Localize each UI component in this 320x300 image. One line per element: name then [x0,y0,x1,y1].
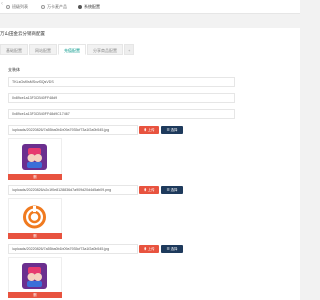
delete-image-button[interactable]: 删 [8,292,62,298]
tab-basic-config[interactable]: 基础配置 [0,44,28,55]
choose-button[interactable]: ☰ 选择 [161,126,183,134]
image-path-field-2[interactable]: /uploads/20220826/c2c1f0e8128836d7a909d2… [8,185,138,195]
image-preview-1 [8,138,62,179]
top-tab-label: 系统配置 [84,4,100,9]
top-tab-label: 班级列表 [12,4,28,9]
app-avatar-icon [22,144,47,170]
add-tab-button[interactable]: + [124,44,135,55]
app-avatar-icon [22,263,47,289]
radio-dot-icon [41,5,45,9]
tab-site-config[interactable]: 网站配置 [29,44,57,55]
section-label: 支装体 [8,67,20,72]
top-tab-products[interactable]: 万卡麦产品 [41,2,67,12]
top-tab-class-list[interactable]: 班级列表 [6,2,28,12]
top-nav-bar: ‹ 班级列表 万卡麦产品 系统配置 [0,0,300,14]
radio-dot-icon [78,5,82,9]
scroll-left-arrow-icon[interactable]: ‹ [1,1,3,7]
upload-button[interactable]: ⬆ 上传 [139,186,159,194]
delete-image-button[interactable]: 删 [8,174,62,180]
choose-button[interactable]: ☰ 选择 [161,245,183,253]
top-tab-label: 万卡麦产品 [47,4,67,9]
radio-dot-icon [6,5,10,9]
upload-button[interactable]: ⬆ 上传 [139,126,159,134]
image-path-field-1[interactable]: /uploads/20220826/7a55ba0b1b09a7935cf73a… [8,125,138,135]
choose-button[interactable]: ☰ 选择 [161,186,183,194]
address-field-2[interactable]: 0x89ce1a13F3CB40FF48d9C17467 [8,109,235,119]
orange-swirl-logo-icon [23,205,46,229]
upload-button[interactable]: ⬆ 上传 [139,245,159,253]
address-field-1[interactable]: 0x89ce1a13F3CB40FF48d9 [8,93,235,103]
delete-image-button[interactable]: 删 [8,233,62,239]
image-path-field-3[interactable]: /uploads/20220826/7a55ba0b1b09a7935cf73a… [8,244,138,254]
page-title: 万山田金云分销商配置 [0,31,45,36]
config-sub-tabs: 基础配置 网站配置 充值配置 分享商品配置 + [0,44,135,55]
tab-recharge-config[interactable]: 充值配置 [58,44,86,55]
key-field[interactable]: TKLsGsf0sMSxzf3QsVDS [8,77,235,87]
tab-share-product-config[interactable]: 分享商品配置 [87,44,123,55]
top-tab-system-config[interactable]: 系统配置 [78,2,100,12]
